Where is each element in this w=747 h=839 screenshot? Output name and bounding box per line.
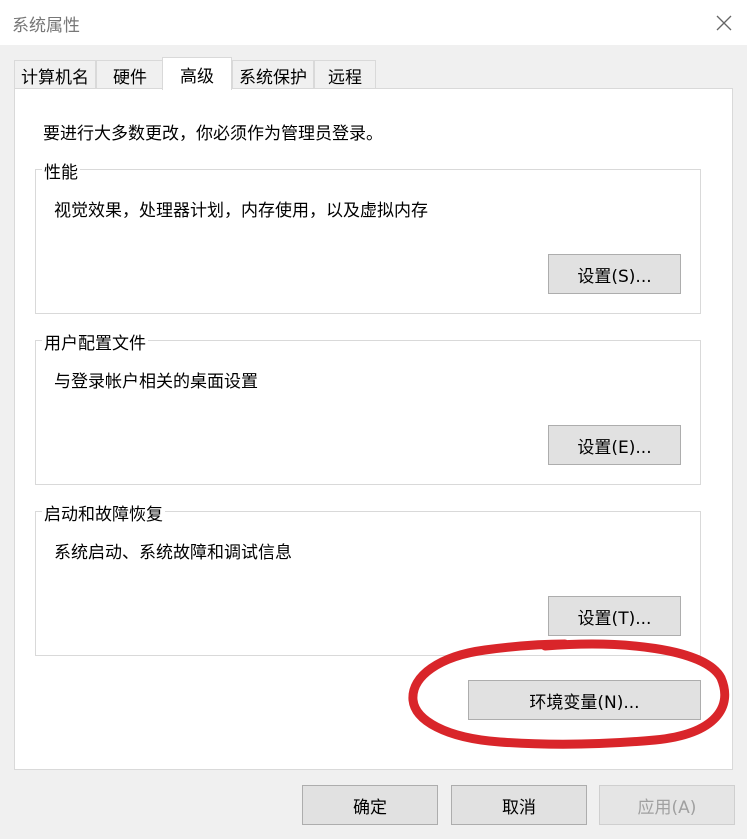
window-title: 系统属性 xyxy=(12,16,80,36)
apply-button[interactable]: 应用(A) xyxy=(599,785,735,825)
tab-computer-name[interactable]: 计算机名 xyxy=(14,60,96,89)
startup-recovery-title: 启动和故障恢复 xyxy=(42,500,165,525)
cancel-button[interactable]: 取消 xyxy=(451,785,587,825)
startup-recovery-description: 系统启动、系统故障和调试信息 xyxy=(54,543,292,563)
user-profiles-settings-button[interactable]: 设置(E)... xyxy=(548,425,681,465)
tab-label: 远程 xyxy=(328,67,362,88)
user-profiles-title: 用户配置文件 xyxy=(42,329,148,354)
tab-label: 高级 xyxy=(180,66,214,87)
tab-hardware[interactable]: 硬件 xyxy=(96,60,164,89)
startup-recovery-settings-button[interactable]: 设置(T)... xyxy=(548,596,681,636)
advanced-panel: 要进行大多数更改，你必须作为管理员登录。 性能 视觉效果，处理器计划，内存使用，… xyxy=(14,88,733,770)
close-icon xyxy=(716,15,731,30)
performance-group: 性能 视觉效果，处理器计划，内存使用，以及虚拟内存 设置(S)... xyxy=(35,158,701,314)
tab-label: 系统保护 xyxy=(239,67,307,88)
performance-settings-button[interactable]: 设置(S)... xyxy=(548,254,681,294)
tab-label: 计算机名 xyxy=(21,67,89,88)
close-button[interactable] xyxy=(700,0,747,45)
tab-remote[interactable]: 远程 xyxy=(314,60,376,89)
environment-variables-button[interactable]: 环境变量(N)... xyxy=(468,680,701,720)
tab-advanced[interactable]: 高级 xyxy=(162,57,232,90)
user-profiles-group: 用户配置文件 与登录帐户相关的桌面设置 设置(E)... xyxy=(35,329,701,485)
ok-button[interactable]: 确定 xyxy=(302,785,438,825)
tab-system-protection[interactable]: 系统保护 xyxy=(232,60,314,89)
tab-label: 硬件 xyxy=(113,67,147,88)
performance-title: 性能 xyxy=(42,158,80,183)
admin-note: 要进行大多数更改，你必须作为管理员登录。 xyxy=(43,124,383,144)
startup-recovery-group: 启动和故障恢复 系统启动、系统故障和调试信息 设置(T)... xyxy=(35,500,701,656)
user-profiles-description: 与登录帐户相关的桌面设置 xyxy=(54,372,258,392)
title-bar: 系统属性 xyxy=(0,0,747,45)
performance-description: 视觉效果，处理器计划，内存使用，以及虚拟内存 xyxy=(54,201,428,221)
